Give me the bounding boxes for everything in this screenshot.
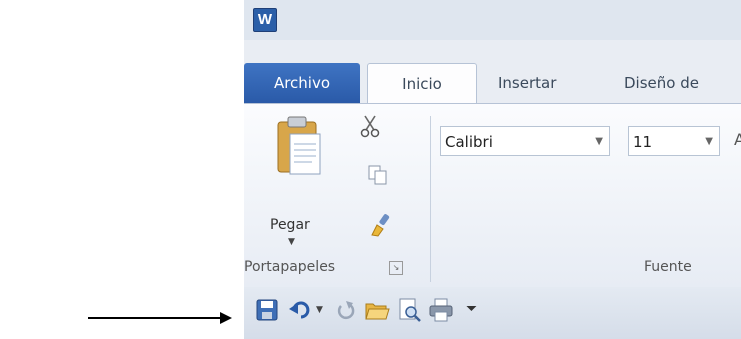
chevron-down-icon: ▼ — [705, 136, 713, 147]
quick-access-toolbar: ▼ ⏷ — [244, 287, 741, 339]
print-preview-icon[interactable] — [396, 297, 422, 323]
clipboard-group-label: Portapapeles — [244, 259, 336, 275]
font-name-value: Calibri — [445, 133, 493, 151]
tab-inicio[interactable]: Inicio — [367, 63, 477, 105]
font-group-label: Fuente — [644, 259, 692, 275]
font-name-dropdown[interactable]: Calibri ▼ — [440, 126, 610, 156]
font-size-dropdown[interactable]: 11 ▼ — [628, 126, 720, 156]
copy-icon[interactable] — [367, 164, 389, 186]
undo-icon[interactable] — [288, 297, 314, 323]
word-logo-icon[interactable]: W — [253, 8, 277, 32]
tab-diseno[interactable]: Diseño de — [624, 63, 699, 103]
customize-toolbar-icon[interactable]: ⏷ — [466, 301, 477, 317]
paste-clipboard-icon[interactable] — [272, 116, 324, 176]
ribbon-home: Pegar ▼ Portapapeles ↘ Calibri ▼ 11 ▼ A — [244, 103, 741, 339]
group-separator — [430, 116, 431, 282]
title-bar: W — [244, 0, 741, 40]
tab-insertar[interactable]: Insertar — [498, 63, 556, 103]
ribbon-tabs: Archivo Inicio Insertar Diseño de — [244, 63, 741, 105]
paste-dropdown-arrow-icon[interactable]: ▼ — [288, 237, 295, 247]
cut-scissors-icon[interactable] — [359, 114, 381, 138]
clipboard-dialog-launcher-icon[interactable]: ↘ — [389, 261, 403, 275]
font-grow-icon[interactable]: A — [734, 130, 741, 149]
chevron-down-icon: ▼ — [595, 136, 603, 147]
print-icon[interactable] — [428, 297, 454, 323]
font-size-value: 11 — [633, 133, 653, 151]
open-folder-icon[interactable] — [364, 297, 390, 323]
redo-icon[interactable] — [332, 297, 358, 323]
undo-dropdown-icon[interactable]: ▼ — [316, 305, 323, 315]
save-icon[interactable] — [254, 297, 280, 323]
tab-archivo[interactable]: Archivo — [244, 63, 360, 103]
word-window: W Archivo Inicio Insertar Diseño de Pega… — [244, 0, 741, 339]
paste-button-label[interactable]: Pegar — [270, 217, 310, 233]
format-painter-icon[interactable] — [369, 212, 395, 238]
